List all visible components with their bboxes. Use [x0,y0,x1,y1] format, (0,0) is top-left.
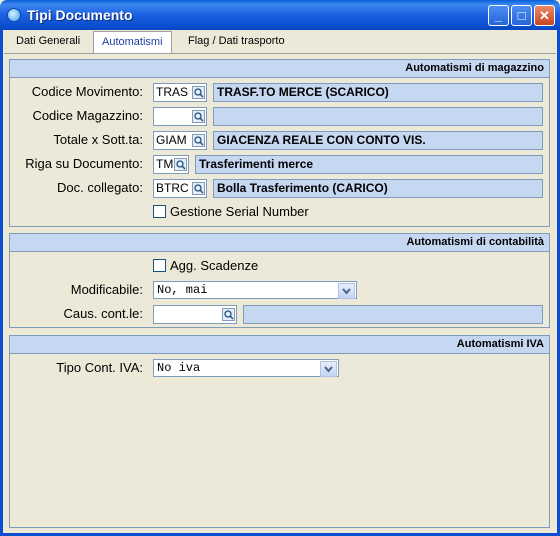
totale-sottta-desc: GIACENZA REALE CON CONTO VIS. [213,131,543,150]
modificabile-select[interactable]: No, mai [153,281,357,299]
agg-scadenze-checkbox[interactable] [153,259,166,272]
codice-movimento-label: Codice Movimento: [31,84,143,99]
doc-collegato-field[interactable]: BTRC [153,179,207,198]
app-icon [7,8,21,22]
codice-movimento-field[interactable]: TRAS [153,83,207,102]
panel-magazzino-header: Automatismi di magazzino [10,60,549,78]
chevron-down-icon[interactable] [320,361,337,377]
chevron-down-icon[interactable] [338,283,355,299]
search-icon[interactable] [222,308,235,321]
close-button[interactable]: ✕ [534,5,555,26]
tab-divider [4,53,556,54]
codice-magazzino-label: Codice Magazzino: [32,108,143,123]
maximize-button[interactable]: □ [511,5,532,26]
minimize-icon: _ [494,8,503,23]
tipo-cont-iva-label: Tipo Cont. IVA: [56,360,143,375]
riga-documento-value: TM [156,157,174,171]
codice-movimento-value: TRAS [156,85,189,99]
panel-iva-header: Automatismi IVA [10,336,549,354]
totale-sottta-value: GIAM [156,133,187,147]
causale-label: Caus. cont.le: [63,306,144,321]
panel-contabilita-header: Automatismi di contabilità [10,234,549,252]
codice-magazzino-field[interactable] [153,107,207,126]
doc-collegato-value: BTRC [156,181,189,195]
agg-scadenze-label: Agg. Scadenze [170,258,259,273]
modificabile-value: No, mai [157,283,208,297]
minimize-button[interactable]: _ [488,5,509,26]
maximize-icon: □ [517,8,526,23]
search-icon[interactable] [192,182,205,195]
codice-movimento-desc: TRASF.TO MERCE (SCARICO) [213,83,543,102]
close-icon: ✕ [539,8,550,23]
tab-flag-dati-trasporto[interactable]: Flag / Dati trasporto [180,31,293,53]
riga-documento-desc: Trasferimenti merce [195,155,543,174]
serial-number-checkbox[interactable] [153,205,166,218]
modificabile-label: Modificabile: [70,282,143,297]
tab-automatismi[interactable]: Automatismi [93,31,172,53]
search-icon[interactable] [174,158,187,171]
doc-collegato-desc: Bolla Trasferimento (CARICO) [213,179,543,198]
riga-documento-field[interactable]: TM [153,155,189,174]
totale-sottta-field[interactable]: GIAM [153,131,207,150]
search-icon[interactable] [192,110,205,123]
causale-field[interactable] [153,305,237,324]
codice-magazzino-desc [213,107,543,126]
search-icon[interactable] [192,134,205,147]
causale-desc [243,305,543,324]
tipo-cont-iva-select[interactable]: No iva [153,359,339,377]
tab-dati-generali[interactable]: Dati Generali [8,31,88,53]
riga-documento-label: Riga su Documento: [25,156,143,171]
doc-collegato-label: Doc. collegato: [57,180,143,195]
window-title: Tipi Documento [27,7,133,23]
totale-sottta-label: Totale x Sott.ta: [53,132,143,147]
search-icon[interactable] [192,86,205,99]
tipo-cont-iva-value: No iva [157,361,201,375]
serial-number-label: Gestione Serial Number [170,204,309,219]
